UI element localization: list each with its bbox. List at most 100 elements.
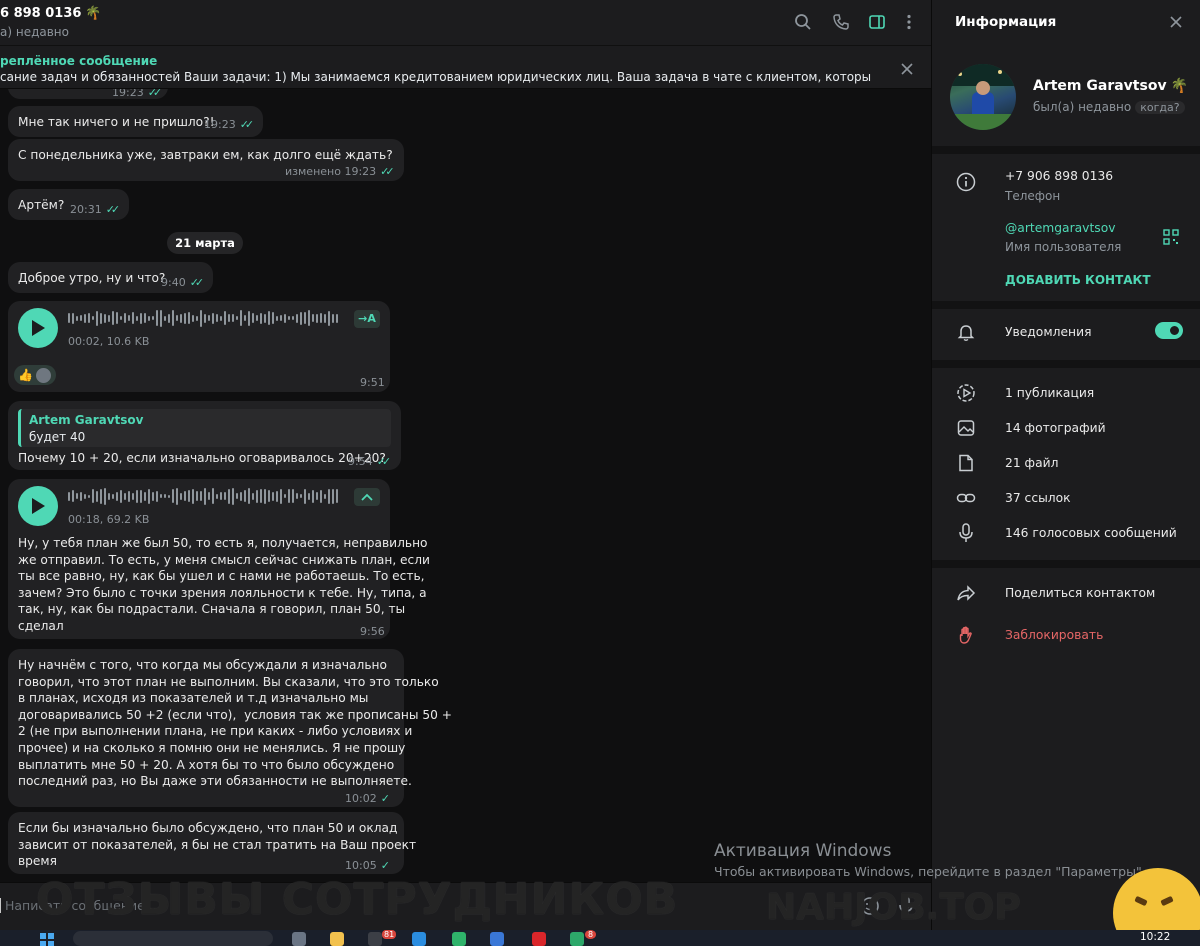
waveform-bar xyxy=(116,491,118,501)
clock[interactable]: 10:22 xyxy=(1140,931,1170,943)
username-link[interactable]: @artemgaravtsov xyxy=(1005,221,1116,235)
waveform-bar xyxy=(240,491,242,501)
whatsapp-icon[interactable] xyxy=(570,932,584,946)
message-text: Почему 10 + 20, если изначально оговарив… xyxy=(18,451,386,465)
message-list[interactable]: 19:23 ✓✓ Мне так ничего и не пришло?! 19:… xyxy=(0,89,931,882)
notifications-toggle[interactable] xyxy=(1155,322,1183,339)
voice-message[interactable]: →A 00:02, 10.6 KB 👍 9:51 xyxy=(8,301,390,392)
waveform[interactable] xyxy=(68,487,338,505)
waveform-bar xyxy=(292,316,294,320)
waveform-bar xyxy=(120,489,122,503)
publication-icon xyxy=(954,381,978,405)
waveform-bar xyxy=(136,489,138,503)
message-bubble[interactable]: С понедельника уже, завтраки ем, как дол… xyxy=(8,139,404,181)
play-button[interactable] xyxy=(18,486,58,526)
qr-code-icon[interactable] xyxy=(1163,229,1179,249)
waveform-bar xyxy=(192,314,194,322)
media-files[interactable]: 21 файл xyxy=(1005,456,1058,470)
block-hand-icon xyxy=(954,623,978,647)
photo-icon xyxy=(954,416,978,440)
waveform[interactable] xyxy=(68,309,338,327)
reply-quote[interactable]: Artem Garavtsov будет 40 xyxy=(18,409,391,447)
pinned-text: сание задач и обязанностей Ваши задачи: … xyxy=(0,70,872,84)
reply-text: будет 40 xyxy=(29,430,86,444)
taskbar-search[interactable] xyxy=(73,931,273,946)
pinned-message-bar[interactable]: реплённое сообщение сание задач и обязан… xyxy=(0,46,931,89)
mail-icon[interactable] xyxy=(490,932,504,946)
opera-icon[interactable] xyxy=(532,932,546,946)
info-panel: Информация Artem Garavtsov 🌴 был(а) недав… xyxy=(931,0,1200,930)
waveform-bar xyxy=(168,313,170,323)
transcribe-button[interactable]: →A xyxy=(354,310,380,328)
task-view-icon[interactable] xyxy=(292,932,306,946)
collapse-transcript-button[interactable] xyxy=(354,488,380,506)
waveform-bar xyxy=(196,491,198,501)
message-text: Мне так ничего и не пришло?! xyxy=(18,115,215,129)
waveform-bar xyxy=(180,313,182,323)
waveform-bar xyxy=(324,313,326,323)
waveform-bar xyxy=(96,310,98,326)
media-photos[interactable]: 14 фотографий xyxy=(1005,421,1106,435)
waveform-bar xyxy=(276,315,278,321)
block-button[interactable]: Заблокировать xyxy=(1005,628,1103,642)
waveform-bar xyxy=(208,492,210,500)
media-voice-messages[interactable]: 146 голосовых сообщений xyxy=(1005,526,1177,540)
search-icon[interactable] xyxy=(791,10,815,34)
waveform-bar xyxy=(260,312,262,324)
waveform-bar xyxy=(244,315,246,321)
message-bubble[interactable]: Artem Garavtsov будет 40 Почему 10 + 20,… xyxy=(8,401,401,470)
waveform-bar xyxy=(320,313,322,323)
waveform-bar xyxy=(280,488,282,504)
waveform-bar xyxy=(216,493,218,499)
waveform-bar xyxy=(288,316,290,320)
share-contact-button[interactable]: Поделиться контактом xyxy=(1005,586,1155,600)
waveform-bar xyxy=(204,313,206,323)
message-time: 19:23 ✓✓ xyxy=(204,118,254,131)
message-bubble[interactable]: Если бы изначально было обсуждено, что п… xyxy=(8,812,416,874)
site-watermark: NAHJOB.TOP xyxy=(766,887,1021,928)
message-time: 10:05 ✓ xyxy=(345,859,390,872)
edge-icon[interactable] xyxy=(452,932,466,946)
add-contact-button[interactable]: ДОБАВИТЬ КОНТАКТ xyxy=(1005,273,1151,287)
store-icon[interactable] xyxy=(412,932,426,946)
calendar-app-icon[interactable] xyxy=(368,932,382,946)
close-icon[interactable] xyxy=(1169,14,1183,33)
close-icon[interactable] xyxy=(900,61,914,80)
waveform-bar xyxy=(152,491,154,501)
media-publications[interactable]: 1 публикация xyxy=(1005,386,1094,400)
waveform-bar xyxy=(92,489,94,503)
windows-start-icon[interactable] xyxy=(40,932,54,946)
phone-number[interactable]: +7 906 898 0136 xyxy=(1005,169,1113,183)
sidebar-toggle-icon[interactable] xyxy=(865,10,889,34)
waveform-bar xyxy=(68,491,70,501)
avatar[interactable] xyxy=(950,64,1016,130)
waveform-bar xyxy=(184,312,186,324)
when-chip[interactable]: когда? xyxy=(1135,101,1185,114)
notification-badge: 81 xyxy=(382,930,397,939)
date-separator: 21 марта xyxy=(167,232,243,254)
phone-icon[interactable] xyxy=(829,10,853,34)
waveform-bar xyxy=(180,492,182,500)
waveform-bar xyxy=(304,488,306,504)
voice-message[interactable]: 00:18, 69.2 KB Ну, у тебя план же был 50… xyxy=(8,479,430,639)
microphone-icon xyxy=(954,521,978,545)
waveform-bar xyxy=(264,313,266,323)
media-links[interactable]: 37 ссылок xyxy=(1005,491,1071,505)
waveform-bar xyxy=(244,490,246,502)
waveform-bar xyxy=(256,489,258,503)
waveform-bar xyxy=(212,312,214,324)
message-bubble[interactable]: Ну начнём с того, что когда мы обсуждали… xyxy=(8,649,452,807)
waveform-bar xyxy=(328,488,330,504)
message-bubble[interactable]: 19:23 ✓✓ xyxy=(8,89,168,99)
message-text: Ну начнём с того, что когда мы обсуждали… xyxy=(18,658,452,789)
file-explorer-icon[interactable] xyxy=(330,932,344,946)
chat-header[interactable]: 6 898 0136 🌴 а) недавно xyxy=(0,0,931,46)
waveform-bar xyxy=(100,312,102,324)
play-button[interactable] xyxy=(18,308,58,348)
waveform-bar xyxy=(100,488,102,504)
message-bubble[interactable]: Доброе утро, ну и что? 9:40 ✓✓ xyxy=(8,262,213,293)
message-bubble[interactable]: Мне так ничего и не пришло?! 19:23 ✓✓ xyxy=(8,106,263,137)
message-bubble[interactable]: Артём? 20:31 ✓✓ xyxy=(8,189,129,220)
more-icon[interactable] xyxy=(897,10,921,34)
reaction-chip[interactable]: 👍 xyxy=(14,365,56,385)
